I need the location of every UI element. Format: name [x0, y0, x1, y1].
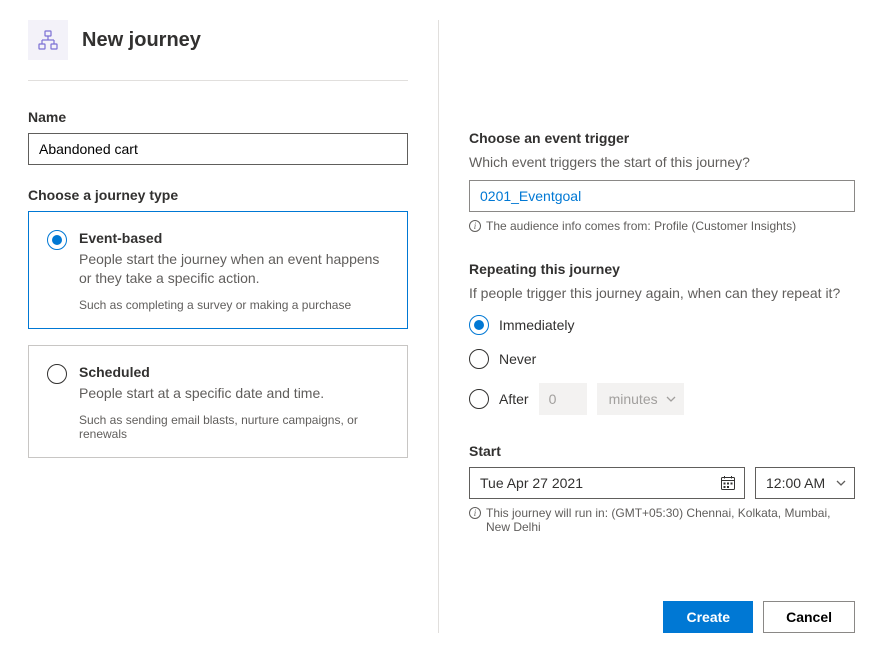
repeat-label: Repeating this journey	[469, 261, 855, 277]
journey-type-label: Choose a journey type	[28, 187, 408, 203]
event-trigger-input[interactable]	[469, 180, 855, 212]
card-desc: People start at a specific date and time…	[79, 384, 389, 403]
card-desc: People start the journey when an event h…	[79, 250, 389, 288]
event-trigger-label: Choose an event trigger	[469, 130, 855, 146]
after-unit-label: minutes	[609, 391, 658, 407]
radio-event-based[interactable]	[47, 230, 67, 250]
repeat-label-immediately: Immediately	[499, 317, 574, 333]
calendar-icon	[720, 475, 736, 491]
repeat-option-immediately[interactable]: Immediately	[469, 315, 855, 335]
event-trigger-desc: Which event triggers the start of this j…	[469, 154, 855, 170]
start-date-input[interactable]: Tue Apr 27 2021	[469, 467, 745, 499]
start-time-input[interactable]: 12:00 AM	[755, 467, 855, 499]
radio-never[interactable]	[469, 349, 489, 369]
page-title: New journey	[82, 29, 201, 52]
dialog-header: New journey	[28, 20, 408, 60]
repeat-option-never[interactable]: Never	[469, 349, 855, 369]
cancel-button[interactable]: Cancel	[763, 601, 855, 633]
start-label: Start	[469, 443, 855, 459]
card-title: Event-based	[79, 230, 389, 246]
repeat-option-after[interactable]: After minutes	[469, 383, 855, 415]
info-icon: i	[469, 507, 481, 519]
card-example: Such as completing a survey or making a …	[79, 298, 389, 312]
repeat-label-after: After	[499, 391, 529, 407]
start-info: This journey will run in: (GMT+05:30) Ch…	[486, 506, 855, 534]
radio-immediately[interactable]	[469, 315, 489, 335]
divider	[28, 80, 408, 81]
event-trigger-info: The audience info comes from: Profile (C…	[486, 219, 796, 233]
info-icon: i	[469, 220, 481, 232]
chevron-down-icon	[666, 396, 676, 402]
after-value-input[interactable]	[539, 383, 587, 415]
radio-after[interactable]	[469, 389, 489, 409]
name-input[interactable]	[28, 133, 408, 165]
card-example: Such as sending email blasts, nurture ca…	[79, 413, 389, 441]
card-title: Scheduled	[79, 364, 389, 380]
repeat-desc: If people trigger this journey again, wh…	[469, 285, 855, 301]
journey-type-scheduled[interactable]: Scheduled People start at a specific dat…	[28, 345, 408, 458]
journey-type-event-based[interactable]: Event-based People start the journey whe…	[28, 211, 408, 329]
journey-icon	[28, 20, 68, 60]
radio-scheduled[interactable]	[47, 364, 67, 384]
name-label: Name	[28, 109, 408, 125]
create-button[interactable]: Create	[663, 601, 753, 633]
after-unit-select[interactable]: minutes	[597, 383, 684, 415]
start-date-value: Tue Apr 27 2021	[480, 475, 583, 491]
start-time-value: 12:00 AM	[766, 475, 825, 491]
chevron-down-icon	[836, 480, 846, 486]
repeat-label-never: Never	[499, 351, 536, 367]
